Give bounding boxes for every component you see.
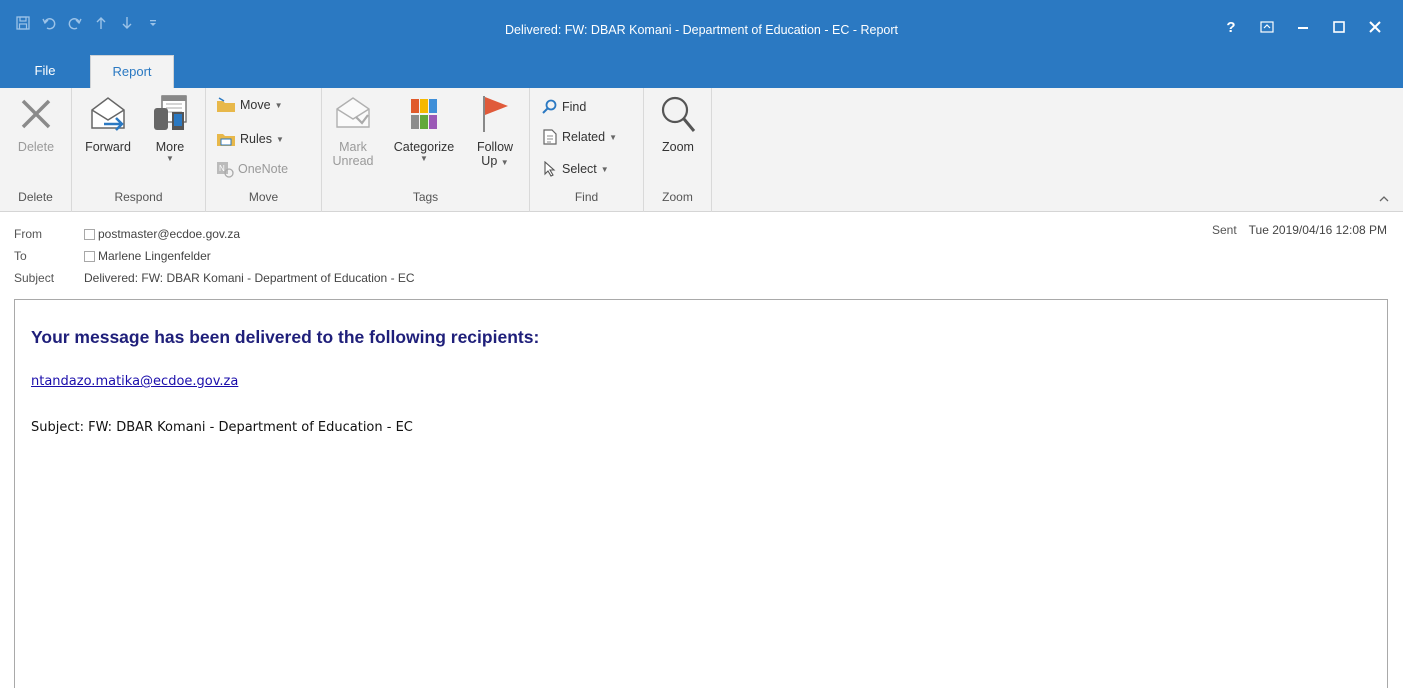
maximize-icon[interactable] — [1321, 14, 1357, 40]
from-row: From postmaster@ecdoe.gov.za — [14, 224, 240, 244]
zoom-button[interactable]: Zoom — [650, 92, 706, 154]
rules-icon — [217, 134, 235, 146]
ribbon: Delete Delete Forward More ▼ Respond Mov… — [0, 88, 1403, 212]
group-move: Move ▼ Rules ▼ N OneNote Move — [206, 88, 322, 212]
sent-value: Tue 2019/04/16 12:08 PM — [1248, 223, 1387, 237]
find-magnifier-icon — [542, 99, 557, 114]
categorize-label: Categorize — [393, 140, 455, 154]
group-respond: Forward More ▼ Respond — [72, 88, 206, 212]
svg-text:N: N — [219, 164, 225, 173]
rules-label: Rules — [240, 132, 272, 146]
delete-x-icon — [15, 92, 57, 136]
subject-value: Delivered: FW: DBAR Komani - Department … — [84, 271, 415, 285]
follow-label-line2: Up — [481, 154, 498, 168]
ribbon-tabs: File Report — [0, 55, 174, 89]
title-bar: Delivered: FW: DBAR Komani - Department … — [0, 0, 1403, 52]
group-label-move: Move — [248, 190, 279, 204]
onenote-icon: N — [217, 162, 234, 178]
select-cursor-icon — [544, 161, 556, 177]
more-label: More — [155, 140, 185, 154]
group-zoom: Zoom Zoom — [644, 88, 712, 212]
categorize-icon — [403, 92, 445, 136]
onenote-button[interactable]: N OneNote — [216, 158, 288, 180]
select-label: Select — [562, 162, 597, 176]
group-label-tags: Tags — [412, 190, 439, 204]
tab-report[interactable]: Report — [90, 55, 174, 89]
follow-up-button[interactable]: Follow Up ▼ — [468, 92, 522, 168]
categorize-dropdown-icon: ▼ — [420, 154, 428, 163]
onenote-label: OneNote — [238, 162, 289, 176]
forward-envelope-icon — [87, 92, 129, 136]
flag-icon — [474, 92, 516, 136]
tab-file[interactable]: File — [0, 55, 90, 89]
delete-label: Delete — [17, 140, 55, 154]
group-label-zoom: Zoom — [662, 190, 693, 204]
sent-label: Sent — [1211, 223, 1237, 237]
related-document-icon — [543, 129, 557, 145]
contact-checkbox-icon — [84, 228, 95, 240]
group-find: Find Related ▼ Select ▼ Find — [530, 88, 644, 212]
mark-label-line2: Unread — [332, 154, 374, 168]
recipient-link[interactable]: ntandazo.matika@ecdoe.gov.za — [31, 374, 238, 389]
message-body[interactable]: Your message has been delivered to the f… — [14, 299, 1388, 688]
window-title: Delivered: FW: DBAR Komani - Department … — [505, 23, 898, 37]
minimize-icon[interactable] — [1285, 14, 1321, 40]
rules-button[interactable]: Rules ▼ — [216, 128, 284, 150]
zoom-label: Zoom — [662, 140, 694, 154]
forward-button[interactable]: Forward — [78, 92, 138, 154]
collapse-ribbon-icon[interactable] — [1379, 194, 1389, 206]
group-label-delete: Delete — [18, 190, 53, 204]
from-value[interactable]: postmaster@ecdoe.gov.za — [98, 227, 240, 241]
to-value[interactable]: Marlene Lingenfelder — [98, 249, 211, 263]
help-label: ? — [1226, 18, 1236, 36]
move-folder-icon — [217, 97, 235, 112]
more-dropdown-icon: ▼ — [166, 154, 174, 163]
select-button[interactable]: Select ▼ — [542, 158, 609, 180]
window-controls: ? — [1213, 14, 1393, 40]
close-icon[interactable] — [1357, 14, 1393, 40]
help-button[interactable]: ? — [1213, 14, 1249, 40]
move-button[interactable]: Move ▼ — [216, 94, 283, 116]
to-row: To Marlene Lingenfelder — [14, 246, 211, 266]
delivery-heading: Your message has been delivered to the f… — [31, 327, 540, 347]
follow-up-dropdown-icon: ▼ — [500, 158, 509, 167]
mark-label-line1: Mark — [339, 140, 367, 154]
follow-label-line1: Follow — [476, 140, 514, 154]
find-button[interactable]: Find — [542, 96, 586, 118]
move-label: Move — [240, 98, 271, 112]
more-meeting-icon — [149, 92, 191, 136]
sent-info: Sent Tue 2019/04/16 12:08 PM — [1212, 223, 1387, 237]
group-label-respond: Respond — [114, 190, 163, 204]
group-delete: Delete Delete — [0, 88, 72, 212]
ribbon-display-options-icon[interactable] — [1249, 14, 1285, 40]
mark-unread-envelope-icon — [332, 92, 374, 136]
related-dropdown-icon: ▼ — [609, 132, 618, 142]
group-tags: Mark Unread Categorize ▼ Follow Up ▼ Tag… — [322, 88, 530, 212]
forward-label: Forward — [85, 140, 131, 154]
subject-row: Subject Delivered: FW: DBAR Komani - Dep… — [14, 268, 415, 288]
move-dropdown-icon: ▼ — [274, 100, 283, 110]
find-label: Find — [562, 100, 587, 114]
delete-button[interactable]: Delete — [6, 92, 66, 154]
group-label-find: Find — [574, 190, 599, 204]
related-button[interactable]: Related ▼ — [542, 126, 617, 148]
original-subject: Subject: FW: DBAR Komani - Department of… — [31, 420, 413, 435]
to-label: To — [14, 249, 27, 263]
related-label: Related — [562, 130, 606, 144]
message-header: From postmaster@ecdoe.gov.za To Marlene … — [0, 218, 1403, 298]
zoom-magnifier-icon — [657, 92, 699, 136]
more-button[interactable]: More ▼ — [144, 92, 196, 163]
mark-unread-button[interactable]: Mark Unread — [328, 92, 378, 168]
from-label: From — [14, 227, 42, 241]
subject-label: Subject — [14, 271, 55, 285]
select-dropdown-icon: ▼ — [600, 164, 609, 174]
categorize-button[interactable]: Categorize ▼ — [386, 92, 462, 163]
tab-strip — [0, 52, 1403, 88]
contact-checkbox-icon — [84, 250, 95, 262]
rules-dropdown-icon: ▼ — [275, 134, 284, 144]
